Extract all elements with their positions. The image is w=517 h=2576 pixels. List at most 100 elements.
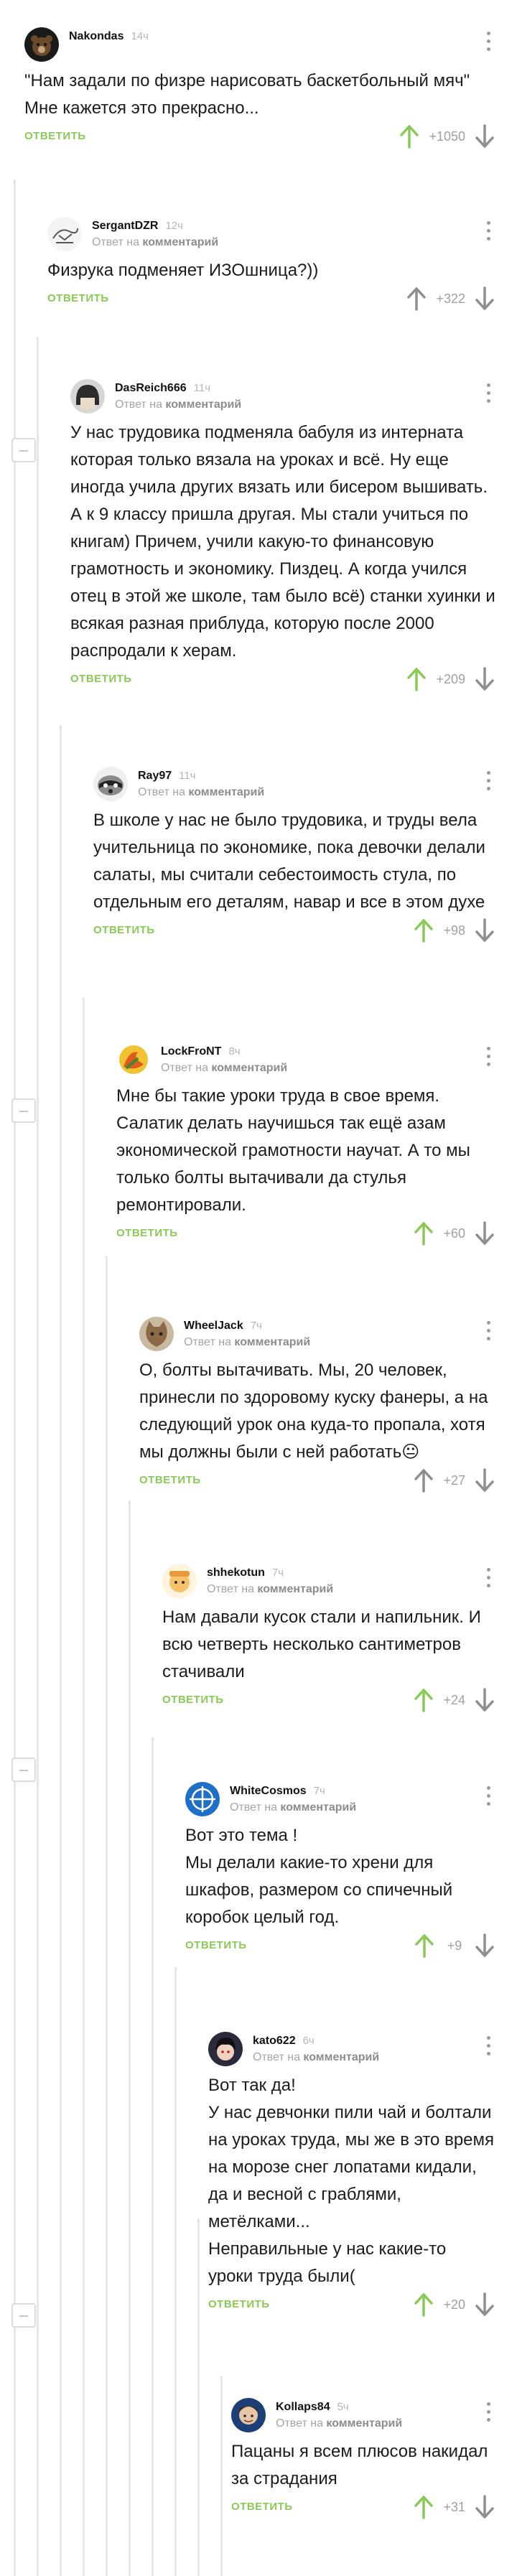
thread-line[interactable]	[37, 337, 39, 2576]
upvote-icon[interactable]	[413, 1688, 434, 1712]
downvote-icon[interactable]	[474, 1933, 495, 1958]
comment-text: Физрука подменяет ИЗОшница?))	[47, 261, 319, 280]
author-name[interactable]: DasReich666 11ч	[115, 382, 210, 395]
thread-line[interactable]	[220, 2376, 223, 2576]
thread-line[interactable]	[197, 2218, 200, 2576]
sketch-avatar-icon[interactable]	[47, 217, 82, 251]
reply-button[interactable]: ОТВЕТИТЬ	[116, 1227, 178, 1239]
author-name[interactable]: Ray97 11ч	[138, 770, 196, 783]
comment: DasReich666 11ч Ответ на комментарий У на…	[70, 379, 495, 694]
parent-comment-link[interactable]: комментарий	[303, 2051, 379, 2063]
parent-comment-link[interactable]: комментарий	[211, 1062, 287, 1074]
collapse-button[interactable]	[11, 1758, 36, 1782]
upvote-icon[interactable]	[413, 2292, 434, 2317]
more-options-icon[interactable]	[481, 768, 495, 797]
helmet-avatar-icon[interactable]	[70, 379, 105, 414]
comment-time: 7ч	[250, 1320, 262, 1332]
reply-button[interactable]: ОТВЕТИТЬ	[24, 130, 86, 142]
parent-comment-link[interactable]: комментарий	[326, 2417, 402, 2430]
thread-line[interactable]	[83, 998, 85, 2576]
parent-comment-link[interactable]: комментарий	[234, 1336, 310, 1348]
thread-line[interactable]	[106, 1256, 108, 2576]
more-options-icon[interactable]	[481, 218, 495, 247]
comment-text: Вот так да! У нас девчонки пили чай и бо…	[208, 2076, 495, 2286]
author-name[interactable]: kato622 6ч	[253, 2035, 315, 2048]
comment-text: "Нам задали по физре нарисовать баскетбо…	[24, 71, 470, 118]
reply-button[interactable]: ОТВЕТИТЬ	[231, 2501, 293, 2513]
downvote-icon[interactable]	[474, 918, 495, 943]
thread-line[interactable]	[14, 179, 16, 2576]
reply-button[interactable]: ОТВЕТИТЬ	[185, 1939, 247, 1951]
reply-button[interactable]: ОТВЕТИТЬ	[47, 292, 109, 304]
rating-count: +60	[443, 1226, 465, 1241]
thread-line[interactable]	[174, 1967, 177, 2576]
more-options-icon[interactable]	[481, 381, 495, 409]
more-options-icon[interactable]	[481, 2033, 495, 2062]
author-name[interactable]: SergantDZR 12ч	[92, 220, 183, 233]
more-options-icon[interactable]	[481, 1783, 495, 1812]
face-avatar-icon[interactable]	[231, 2398, 266, 2432]
collapse-button[interactable]	[11, 1098, 36, 1123]
comment-time: 5ч	[337, 2401, 349, 2413]
downvote-icon[interactable]	[474, 1688, 495, 1712]
parent-comment-link[interactable]: комментарий	[165, 398, 241, 411]
author-name[interactable]: LockFroNT 8ч	[161, 1045, 241, 1058]
parent-comment-link[interactable]: комментарий	[142, 236, 218, 248]
vote-block: +98	[413, 916, 495, 945]
more-options-icon[interactable]	[481, 2399, 495, 2428]
author-name[interactable]: Kollaps84 5ч	[276, 2401, 349, 2414]
author-name[interactable]: WhiteCosmos 7ч	[230, 1785, 325, 1798]
thread-line[interactable]	[152, 1737, 154, 2576]
parent-comment-link[interactable]: комментарий	[188, 786, 264, 798]
reply-button[interactable]: ОТВЕТИТЬ	[162, 1694, 224, 1706]
collapse-button[interactable]	[11, 438, 36, 462]
parent-comment-link[interactable]: комментарий	[280, 1801, 356, 1814]
comment: shhekotun 7ч Ответ на комментарий Нам дав…	[162, 1564, 495, 1714]
thread-line[interactable]	[60, 725, 62, 2576]
downvote-icon[interactable]	[474, 1468, 495, 1493]
more-options-icon[interactable]	[481, 29, 495, 57]
cat-avatar-icon[interactable]	[139, 1317, 174, 1351]
downvote-icon[interactable]	[474, 2495, 495, 2519]
reply-meta: Ответ на комментарий	[207, 1583, 334, 1595]
upvote-icon[interactable]	[414, 1933, 435, 1958]
reply-button[interactable]: ОТВЕТИТЬ	[70, 673, 132, 685]
downvote-icon[interactable]	[474, 124, 495, 149]
parent-comment-link[interactable]: комментарий	[257, 1583, 333, 1595]
author-name[interactable]: WheelJack 7ч	[184, 1320, 262, 1333]
upvote-icon[interactable]	[399, 124, 420, 149]
author-name[interactable]: Nakondas 14ч	[69, 30, 149, 43]
bear-avatar-icon[interactable]	[24, 27, 59, 62]
upvote-icon[interactable]	[413, 1468, 434, 1493]
author-name[interactable]: shhekotun 7ч	[207, 1567, 284, 1579]
reply-button[interactable]: ОТВЕТИТЬ	[208, 2298, 270, 2310]
comment-text: Мне бы такие уроки труда в свое время. С…	[116, 1086, 470, 1215]
reply-meta: Ответ на комментарий	[138, 786, 265, 798]
raccoon-avatar-icon[interactable]	[93, 767, 128, 801]
more-options-icon[interactable]	[481, 1565, 495, 1594]
upvote-icon[interactable]	[406, 286, 427, 311]
reply-meta: Ответ на комментарий	[92, 236, 219, 248]
vote-block: +27	[413, 1466, 495, 1495]
comment-text: В школе у нас не было трудовика, и труды…	[93, 811, 485, 912]
flame-avatar-icon[interactable]	[116, 1042, 151, 1077]
more-options-icon[interactable]	[481, 1318, 495, 1347]
cartoon-avatar-icon[interactable]	[162, 1564, 197, 1598]
thread-line[interactable]	[129, 1501, 131, 2576]
downvote-icon[interactable]	[474, 286, 495, 311]
downvote-icon[interactable]	[474, 2292, 495, 2317]
anime-avatar-icon[interactable]	[208, 2032, 243, 2066]
upvote-icon[interactable]	[406, 667, 427, 691]
downvote-icon[interactable]	[474, 667, 495, 691]
collapse-button[interactable]	[11, 2303, 36, 2328]
comment: Kollaps84 5ч Ответ на комментарий Пацаны …	[231, 2398, 495, 2521]
reply-button[interactable]: ОТВЕТИТЬ	[93, 924, 155, 936]
upvote-icon[interactable]	[413, 1221, 434, 1246]
downvote-icon[interactable]	[474, 1221, 495, 1246]
crosshair-avatar-icon[interactable]	[185, 1782, 220, 1816]
more-options-icon[interactable]	[481, 1044, 495, 1073]
vote-block: +9	[414, 1931, 495, 1960]
upvote-icon[interactable]	[413, 918, 434, 943]
reply-button[interactable]: ОТВЕТИТЬ	[139, 1474, 201, 1486]
upvote-icon[interactable]	[413, 2495, 434, 2519]
